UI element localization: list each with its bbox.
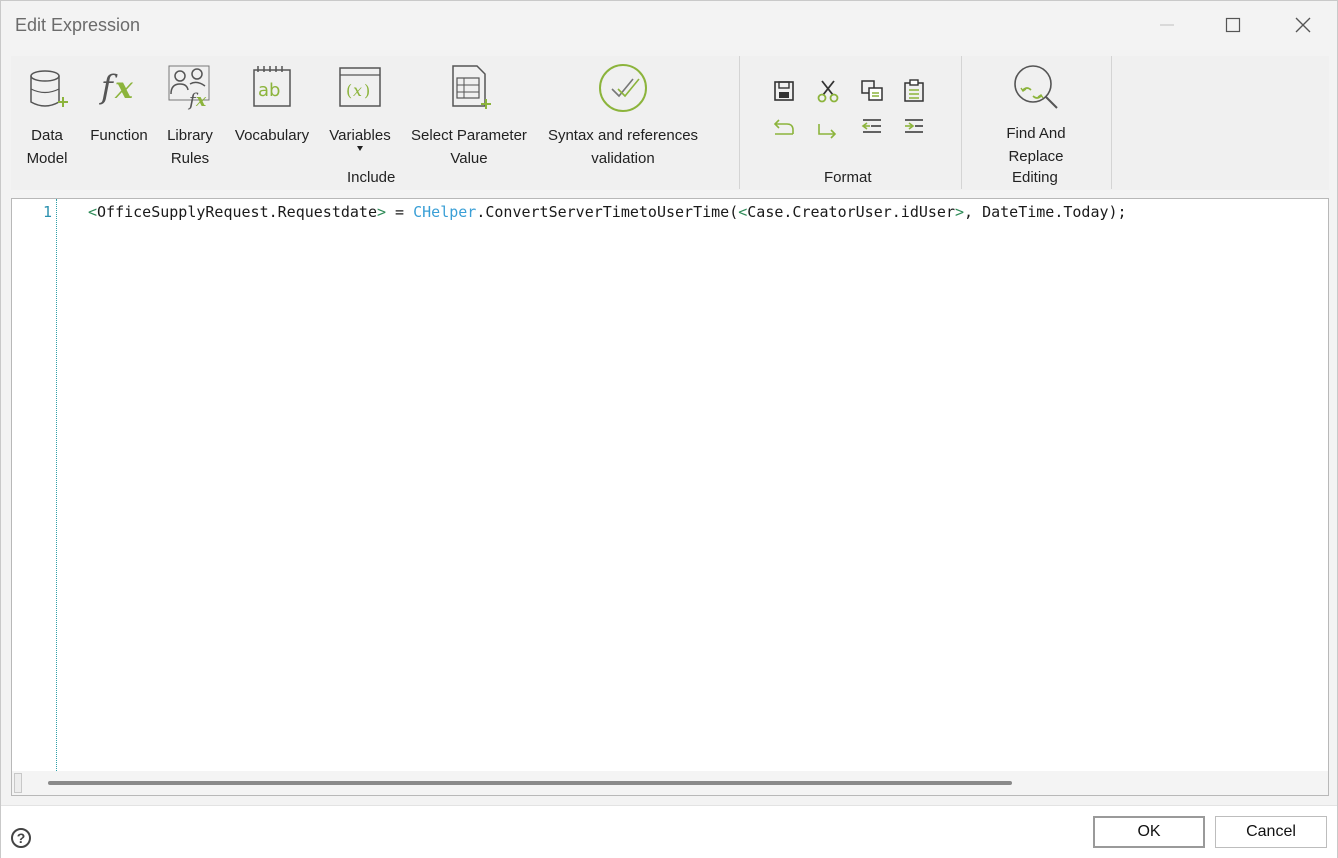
close-button[interactable] [1273,1,1333,49]
window-title: Edit Expression [15,15,141,35]
code-token: > [955,203,965,221]
svg-text:): ) [364,81,370,100]
title-bar[interactable]: Edit Expression [1,1,1337,49]
help-icon[interactable]: ? [11,828,31,848]
code-token: Case.CreatorUser.idUser [747,203,955,221]
svg-text:x: x [114,71,134,106]
cut-icon[interactable] [815,78,841,104]
syntax-validation-label: Syntax and references validation [547,127,699,167]
dropdown-arrow-icon [357,146,363,151]
copy-icon[interactable] [859,78,885,104]
code-token: > [377,203,387,221]
svg-text:x: x [353,81,362,100]
validation-check-icon [599,64,647,112]
function-fx-icon: f x [99,68,134,106]
variables-label: Variables [329,127,391,144]
find-replace-magnifier-icon [1014,65,1058,109]
maximize-button[interactable] [1203,1,1263,49]
variables-icon: ( x ) [339,67,381,107]
library-rules-label: Library Rules [167,127,213,167]
format-group-label: Format [824,169,872,186]
redo-icon[interactable] [815,116,841,142]
svg-text:x: x [195,91,207,111]
minimize-icon [1160,24,1174,26]
code-token: OfficeSupplyRequest.Requestdate [97,203,377,221]
code-token: , DateTime.Today); [964,203,1127,221]
cancel-button[interactable]: Cancel [1215,816,1327,848]
table-add-icon [452,65,491,109]
group-divider [961,56,962,189]
function-label: Function [90,127,148,144]
line-number-gutter: 1 [12,199,57,773]
data-model-label: Data Model [26,127,68,167]
line-number: 1 [42,203,52,221]
horizontal-scrollbar[interactable] [12,771,1328,795]
scrollbar-corner [14,773,22,793]
code-token: = [386,203,414,221]
code-token: < [738,203,748,221]
editing-group-label: Editing [1012,169,1058,186]
ok-button[interactable]: OK [1093,816,1205,848]
close-icon [1295,17,1311,33]
vocabulary-notebook-icon: ab [253,66,291,107]
indent-icon[interactable] [901,116,927,142]
select-parameter-value-label: Select Parameter Value [411,127,527,167]
code-line[interactable]: <OfficeSupplyRequest.Requestdate> = CHel… [88,203,1127,221]
function-button[interactable]: f x Function [85,62,153,147]
code-token: CHelper [413,203,477,221]
maximize-icon [1225,17,1241,33]
save-icon[interactable] [771,78,797,104]
vocabulary-button[interactable]: ab Vocabulary [229,62,315,147]
svg-text:(: ( [346,81,352,100]
minimize-button[interactable] [1137,1,1197,49]
code-token: < [88,203,98,221]
library-rules-button[interactable]: f x Library Rules [161,62,219,170]
include-group-label: Include [347,169,396,186]
group-divider [739,56,740,189]
dialog-footer: ? OK Cancel [1,805,1337,858]
expression-editor[interactable]: 1 <OfficeSupplyRequest.Requestdate> = CH… [11,198,1329,796]
scrollbar-thumb[interactable] [48,781,1012,785]
variables-button[interactable]: ( x ) Variables [325,62,395,153]
paste-icon[interactable] [901,78,927,104]
undo-icon[interactable] [771,116,797,142]
select-parameter-value-button[interactable]: Select Parameter Value [405,62,533,170]
syntax-validation-button[interactable]: Syntax and references validation [541,62,705,170]
vocabulary-label: Vocabulary [234,127,310,144]
group-divider [1111,56,1112,189]
database-add-icon [30,70,68,107]
library-rules-icon: f x [168,65,210,111]
outdent-icon[interactable] [859,116,885,142]
find-and-replace-button[interactable]: Find And Replace [995,60,1077,168]
code-token: .ConvertServerTimetoUserTime( [476,203,739,221]
data-model-button[interactable]: Data Model [17,62,77,170]
ribbon-toolbar: Data Model f x Function f x Library Rule… [11,56,1329,190]
svg-text:ab: ab [258,80,280,101]
find-and-replace-label: Find And Replace [1006,125,1066,165]
edit-expression-window: Edit Expression Data Model f x Function … [0,0,1338,858]
